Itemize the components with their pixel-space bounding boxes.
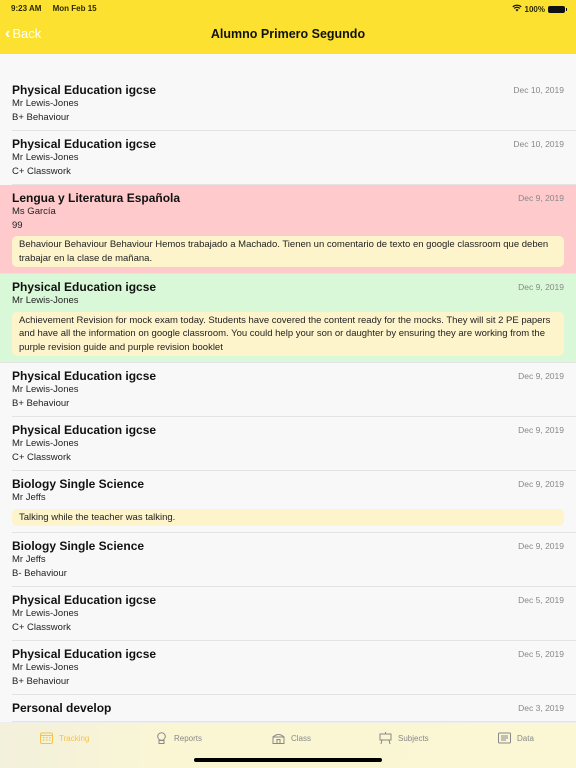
grade-label: B- Behaviour: [12, 567, 67, 579]
teacher-name: Ms García: [12, 206, 56, 217]
teacher-name: Mr Lewis-Jones: [12, 608, 79, 619]
list-item[interactable]: Physical Education igcse Dec 9, 2019 Mr Le…: [0, 363, 576, 417]
status-date: Mon Feb 15: [52, 4, 97, 13]
subject-title: Lengua y Literatura Española: [12, 191, 181, 205]
entry-date: Dec 9, 2019: [518, 425, 564, 435]
grade-label: C+ Classwork: [12, 451, 71, 463]
entry-date: Dec 10, 2019: [513, 85, 564, 95]
battery-icon: [548, 5, 567, 13]
teacher-name: Mr Jeffs: [12, 492, 46, 503]
tracking-list[interactable]: Physical Education igcse Dec 10, 2019 Mr L…: [0, 77, 576, 722]
entry-date: Dec 10, 2019: [513, 139, 564, 149]
tab-label: Class: [291, 733, 312, 743]
teacher-name: Mr Lewis-Jones: [12, 295, 79, 306]
status-time: 9:23 AM: [11, 4, 42, 13]
teacher-name: Mr Lewis-Jones: [12, 438, 79, 449]
tab-label: Subjects: [398, 733, 429, 743]
teacher-name: Mr Lewis-Jones: [12, 384, 79, 395]
calendar-icon: [40, 732, 53, 744]
entry-date: Dec 9, 2019: [518, 282, 564, 292]
subject-title: Biology Single Science: [12, 477, 145, 491]
list-item[interactable]: Physical Education igcse Dec 9, 2019 Mr Le…: [0, 274, 576, 363]
school-icon: [272, 732, 285, 744]
subject-title: Physical Education igcse: [12, 423, 157, 437]
subject-title: Physical Education igcse: [12, 280, 157, 294]
home-indicator[interactable]: [194, 758, 382, 762]
entry-date: Dec 9, 2019: [518, 541, 564, 551]
grade-label: 99: [12, 219, 23, 231]
entry-date: Dec 9, 2019: [518, 371, 564, 381]
status-bar: 9:23 AM Mon Feb 15 100%: [11, 4, 567, 14]
subject-title: Biology Single Science: [12, 539, 145, 553]
grade-label: C+ Classwork: [12, 165, 71, 177]
entry-date: Dec 3, 2019: [518, 703, 564, 713]
tab-label: Data: [517, 733, 534, 743]
tab-subjects[interactable]: Subjects: [379, 732, 429, 745]
award-icon: [155, 732, 168, 744]
entry-date: Dec 5, 2019: [518, 649, 564, 659]
teacher-name: Mr Lewis-Jones: [12, 152, 79, 163]
list-item[interactable]: Physical Education igcse Dec 10, 2019 Mr L…: [0, 131, 576, 185]
tab-reports[interactable]: Reports: [155, 732, 202, 744]
note-text: Behaviour Behaviour Behaviour Hemos trab…: [12, 236, 564, 267]
teacher-name: Mr Jeffs: [12, 554, 46, 565]
document-icon: [498, 732, 511, 744]
subject-title: Personal develop: [12, 701, 112, 715]
subject-title: Physical Education igcse: [12, 137, 157, 151]
list-item[interactable]: Biology Single Science Dec 9, 2019 Mr Jeff…: [0, 471, 576, 533]
wifi-icon: [511, 4, 522, 14]
tab-bar: Tracking Reports Class Subjects Data: [0, 722, 576, 768]
entry-date: Dec 9, 2019: [518, 193, 564, 203]
teacher-name: Mr Lewis-Jones: [12, 98, 79, 109]
page-title: Alumno Primero Segundo: [210, 27, 366, 41]
list-item[interactable]: Lengua y Literatura Española Dec 9, 2019 M…: [0, 185, 576, 274]
entry-date: Dec 5, 2019: [518, 595, 564, 605]
entry-date: Dec 9, 2019: [518, 479, 564, 489]
teacher-name: Mr Lewis-Jones: [12, 662, 79, 673]
subject-title: Physical Education igcse: [12, 647, 157, 661]
grade-label: C+ Classwork: [12, 621, 71, 633]
easel-icon: [379, 732, 392, 745]
note-text: Talking while the teacher was talking.: [12, 508, 564, 526]
list-item[interactable]: Physical Education igcse Dec 5, 2019 Mr Le…: [0, 641, 576, 695]
list-item[interactable]: Biology Single Science Dec 9, 2019 Mr Jeff…: [0, 533, 576, 587]
list-item[interactable]: Physical Education igcse Dec 9, 2019 Mr Le…: [0, 417, 576, 471]
tab-tracking[interactable]: Tracking: [40, 732, 89, 744]
subject-title: Physical Education igcse: [12, 83, 157, 97]
subject-title: Physical Education igcse: [12, 593, 157, 607]
tab-label: Reports: [174, 733, 203, 743]
nav-bar: ‹ Back Alumno Primero Segundo: [0, 22, 576, 48]
grade-label: B+ Behaviour: [12, 397, 70, 409]
grade-label: B+ Behaviour: [12, 675, 70, 687]
list-item[interactable]: Personal develop Dec 3, 2019: [0, 695, 576, 722]
header: 9:23 AM Mon Feb 15 100% ‹ Back Alumno Pr…: [0, 0, 576, 54]
battery-percent: 100%: [524, 4, 545, 14]
tab-label: Tracking: [59, 733, 90, 743]
note-text: Achievement Revision for mock exam today…: [12, 311, 564, 356]
tab-data[interactable]: Data: [498, 732, 534, 744]
list-item[interactable]: Physical Education igcse Dec 5, 2019 Mr Le…: [0, 587, 576, 641]
tab-class[interactable]: Class: [272, 732, 311, 744]
list-item[interactable]: Physical Education igcse Dec 10, 2019 Mr L…: [0, 77, 576, 131]
subject-title: Physical Education igcse: [12, 369, 157, 383]
grade-label: B+ Behaviour: [12, 111, 70, 123]
